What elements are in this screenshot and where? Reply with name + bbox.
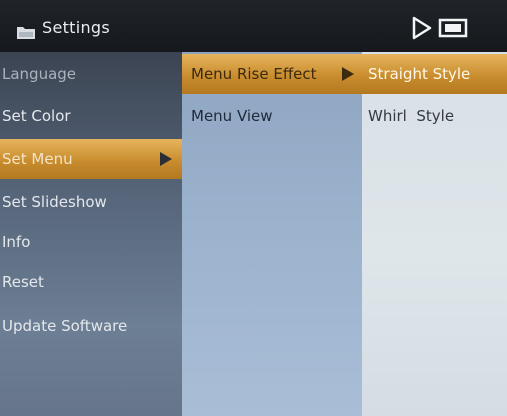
menu-item-label: Update Software <box>2 317 128 335</box>
menu-item-language[interactable]: Language <box>0 54 182 94</box>
menu-item-update-software[interactable]: Update Software <box>0 306 182 346</box>
option-label: Straight Style <box>368 65 471 83</box>
option-straight-style[interactable]: Straight Style <box>362 54 507 94</box>
menu-item-label: Info <box>2 233 31 251</box>
options-menu: Straight Style Whirl Style <box>362 52 507 416</box>
page-title: Settings <box>42 18 111 37</box>
settings-screen: Settings Language Set Color Set Menu Set… <box>0 0 507 416</box>
submenu-arrow-icon <box>342 67 354 81</box>
menu-item-label: Set Slideshow <box>2 193 107 211</box>
status-icons <box>412 16 468 40</box>
option-whirl-style[interactable]: Whirl Style <box>362 96 507 136</box>
menu-item-set-menu[interactable]: Set Menu <box>0 139 182 179</box>
menu-item-set-slideshow[interactable]: Set Slideshow <box>0 182 182 222</box>
submenu-arrow-icon <box>160 152 172 166</box>
submenu-item-menu-rise-effect[interactable]: Menu Rise Effect <box>182 54 362 94</box>
menu-item-set-color[interactable]: Set Color <box>0 96 182 136</box>
play-icon <box>412 16 432 40</box>
submenu-item-menu-view[interactable]: Menu View <box>182 96 362 136</box>
menu-item-label: Set Menu <box>2 150 73 168</box>
option-label: Whirl Style <box>368 107 455 125</box>
folder-icon <box>17 27 35 39</box>
submenu-item-label: Menu Rise Effect <box>191 65 317 83</box>
menu-item-label: Reset <box>2 273 44 291</box>
submenu-item-label: Menu View <box>191 107 273 125</box>
menu-item-info[interactable]: Info <box>0 222 182 262</box>
menu-item-reset[interactable]: Reset <box>0 262 182 302</box>
battery-icon <box>438 18 468 38</box>
menu-item-label: Set Color <box>2 107 71 125</box>
menu-item-label: Language <box>2 65 77 83</box>
submenu: Menu Rise Effect Menu View <box>182 52 362 416</box>
title-bar: Settings <box>0 0 507 52</box>
main-menu: Language Set Color Set Menu Set Slidesho… <box>0 52 182 416</box>
